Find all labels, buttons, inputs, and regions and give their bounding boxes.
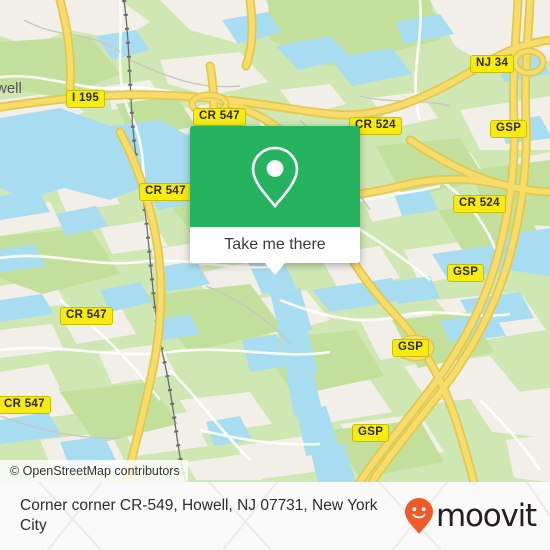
location-callout-card[interactable]: Take me there	[190, 126, 360, 263]
moovit-smiley-pin-icon	[404, 498, 433, 534]
map-screenshot: well I 195 CR 547 CR 547 CR 547 CR 547 C…	[0, 0, 550, 550]
shield-cr-547-bottom[interactable]: CR 547	[0, 396, 51, 414]
address-label: Corner corner CR-549, Howell, NJ 07731, …	[20, 497, 378, 534]
map-pin-icon	[251, 146, 299, 208]
shield-gsp-top[interactable]: GSP	[490, 120, 528, 138]
callout-icon-panel	[190, 126, 360, 227]
take-me-there-button[interactable]: Take me there	[190, 227, 360, 263]
shield-nj-34[interactable]: NJ 34	[470, 55, 515, 73]
shield-gsp-bottom[interactable]: GSP	[352, 424, 390, 442]
moovit-wordmark: moovit	[435, 497, 537, 534]
place-label-howell: well	[0, 80, 22, 97]
shield-cr-547-mid[interactable]: CR 547	[139, 183, 192, 201]
shield-gsp-lower[interactable]: GSP	[392, 339, 430, 357]
shield-cr-547-lower[interactable]: CR 547	[60, 307, 113, 325]
map-canvas[interactable]: well I 195 CR 547 CR 547 CR 547 CR 547 C…	[0, 0, 550, 482]
shield-i-195[interactable]: I 195	[66, 90, 106, 108]
shield-cr-547-top[interactable]: CR 547	[193, 108, 246, 126]
shield-cr-524-right[interactable]: CR 524	[453, 195, 506, 213]
moovit-logo[interactable]: moovit	[404, 497, 537, 535]
osm-attribution[interactable]: © OpenStreetMap contributors	[0, 460, 188, 482]
footer-bar: Corner corner CR-549, Howell, NJ 07731, …	[0, 482, 550, 550]
shield-gsp-mid[interactable]: GSP	[447, 264, 485, 282]
callout-pointer	[264, 262, 286, 275]
take-me-there-label: Take me there	[224, 236, 326, 253]
